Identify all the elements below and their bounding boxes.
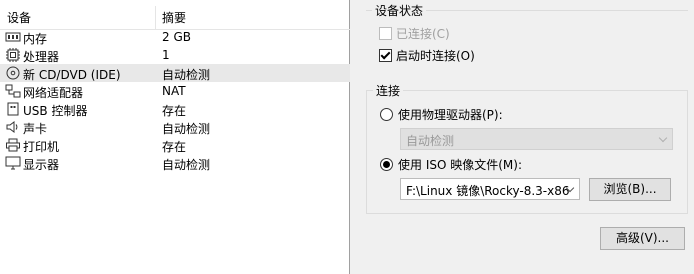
device-name: 新 CD/DVD (IDE) xyxy=(23,68,121,82)
connected-label: 已连接(C) xyxy=(396,27,450,41)
network-icon xyxy=(5,84,21,98)
checkmark-icon xyxy=(380,49,391,60)
connection-group: 连接 使用物理驱动器(P): 自动检测 使用 ISO 映像文件(M): F:\L… xyxy=(366,82,688,214)
cpu-icon xyxy=(5,48,21,62)
iso-path-combo[interactable]: F:\Linux 镜像\Rocky-8.3-x86 xyxy=(400,178,580,200)
device-name: 声卡 xyxy=(23,122,48,136)
device-name: 显示器 xyxy=(23,158,60,172)
device-status-title: 设备状态 xyxy=(372,2,427,19)
device-row[interactable]: 内存 2 GB xyxy=(0,28,350,46)
device-name: USB 控制器 xyxy=(23,104,88,118)
printer-icon xyxy=(5,138,21,152)
device-summary: 存在 xyxy=(162,140,187,154)
device-summary: 自动检测 xyxy=(162,122,211,136)
device-summary: 1 xyxy=(162,48,170,62)
device-row[interactable]: USB 控制器 存在 xyxy=(0,100,350,118)
device-summary: 存在 xyxy=(162,104,187,118)
device-row[interactable]: 新 CD/DVD (IDE) 自动检测 xyxy=(0,64,350,82)
physical-drive-radio[interactable] xyxy=(380,108,393,121)
device-list: 设备 摘要 内存 2 GB 处理器 1 新 CD/DVD (IDE) 自动检测 网络适配器 N… xyxy=(0,0,350,274)
cd-dvd-icon xyxy=(5,66,21,80)
device-summary: 自动检测 xyxy=(162,68,211,82)
device-rows: 内存 2 GB 处理器 1 新 CD/DVD (IDE) 自动检测 网络适配器 NAT USB … xyxy=(0,28,350,172)
usb-icon xyxy=(5,102,21,116)
physical-drive-select: 自动检测 xyxy=(400,128,673,150)
memory-icon xyxy=(5,30,21,44)
device-list-header: 设备 摘要 xyxy=(0,0,350,30)
connection-title: 连接 xyxy=(373,82,404,99)
device-row[interactable]: 显示器 自动检测 xyxy=(0,154,350,172)
device-row[interactable]: 网络适配器 NAT xyxy=(0,82,350,100)
monitor-icon xyxy=(5,156,21,170)
physical-drive-label[interactable]: 使用物理驱动器(P): xyxy=(398,106,503,123)
device-summary: 自动检测 xyxy=(162,158,211,172)
device-summary: 2 GB xyxy=(162,30,191,44)
browse-button[interactable]: 浏览(B)... xyxy=(589,178,671,201)
physical-drive-option[interactable]: 使用物理驱动器(P): xyxy=(380,106,503,123)
iso-option[interactable]: 使用 ISO 映像文件(M): xyxy=(380,156,522,173)
iso-radio[interactable] xyxy=(380,158,393,171)
chevron-down-icon xyxy=(658,133,668,143)
device-name: 网络适配器 xyxy=(23,86,84,100)
device-row[interactable]: 声卡 自动检测 xyxy=(0,118,350,136)
radio-selected-dot xyxy=(383,161,390,168)
device-row[interactable]: 处理器 1 xyxy=(0,46,350,64)
connect-on-poweron-checkbox[interactable] xyxy=(379,49,392,62)
physical-drive-value: 自动检测 xyxy=(406,134,455,148)
connected-option: 已连接(C) xyxy=(379,25,450,42)
device-name: 内存 xyxy=(23,32,48,46)
column-divider[interactable] xyxy=(155,6,156,30)
speaker-icon xyxy=(5,120,21,134)
connected-checkbox xyxy=(379,27,392,40)
device-name: 处理器 xyxy=(23,50,60,64)
column-header-device[interactable]: 设备 xyxy=(7,9,31,26)
device-name: 打印机 xyxy=(23,140,60,154)
connect-on-poweron-label[interactable]: 启动时连接(O) xyxy=(396,47,475,64)
device-summary: NAT xyxy=(162,84,186,98)
iso-path-value[interactable]: F:\Linux 镜像\Rocky-8.3-x86 xyxy=(406,184,570,198)
device-row[interactable]: 打印机 存在 xyxy=(0,136,350,154)
connect-on-poweron-option[interactable]: 启动时连接(O) xyxy=(379,47,475,64)
device-status-group: 设备状态 已连接(C) 启动时连接(O) xyxy=(366,2,688,73)
column-header-summary[interactable]: 摘要 xyxy=(162,9,186,26)
advanced-button[interactable]: 高级(V)... xyxy=(600,227,685,250)
iso-label[interactable]: 使用 ISO 映像文件(M): xyxy=(398,156,522,173)
